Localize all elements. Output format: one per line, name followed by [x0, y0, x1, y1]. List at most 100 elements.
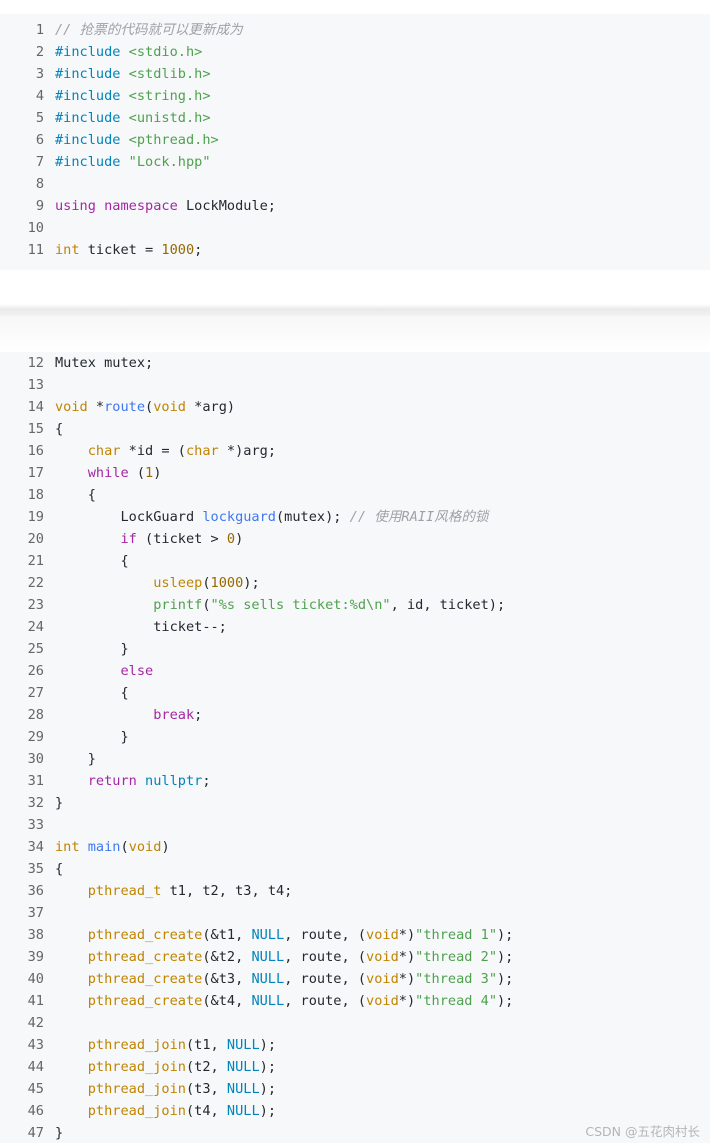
code-line: 37 [0, 902, 55, 924]
code-token: { [55, 861, 64, 877]
line-number: 43 [27, 1037, 44, 1053]
code-line: 5 #include <unistd.h> [0, 107, 211, 129]
code-token: int [55, 839, 80, 855]
code-token: nullptr [145, 773, 203, 789]
page-break-gap [0, 270, 710, 352]
line-number: 33 [27, 817, 44, 833]
code-token: t1, t2, t3, t4; [161, 883, 293, 899]
code-line: 21 { [0, 550, 129, 572]
line-number: 39 [27, 949, 44, 965]
code-token: ) [235, 531, 244, 547]
code-token: *) [398, 949, 416, 965]
code-token: ; [194, 242, 203, 258]
code-token: NULL [226, 1103, 260, 1119]
code-line: 8 [0, 173, 55, 195]
code-token: , route, ( [284, 993, 367, 1009]
code-token: , id, ticket); [390, 597, 506, 613]
code-line: 28 break; [0, 704, 203, 726]
code-token: 1000 [210, 575, 244, 591]
code-token: void [366, 993, 399, 1009]
code-token: pthread_create [87, 949, 203, 965]
code-token: ticket = [79, 242, 162, 258]
code-token: { [55, 553, 129, 569]
code-token: NULL [251, 993, 285, 1009]
code-token: while [87, 465, 129, 481]
code-token: } [55, 729, 129, 745]
code-token: ( [120, 839, 129, 855]
code-line: 22 usleep(1000); [0, 572, 260, 594]
code-token: pthread_create [87, 971, 203, 987]
line-number: 31 [27, 773, 44, 789]
code-line: 38 pthread_create(&t1, NULL, route, (voi… [0, 924, 514, 946]
code-token: #include [55, 154, 129, 170]
code-line: 35 { [0, 858, 64, 880]
code-token: <pthread.h> [128, 132, 219, 148]
code-line: 15 { [0, 418, 64, 440]
line-number: 9 [35, 198, 44, 214]
line-number: 3 [35, 66, 44, 82]
line-number: 37 [27, 905, 44, 921]
code-token: #include [55, 88, 129, 104]
code-line: 30 } [0, 748, 96, 770]
code-line: 13 [0, 374, 55, 396]
code-line: 6 #include <pthread.h> [0, 129, 219, 151]
code-line: 46 pthread_join(t4, NULL); [0, 1100, 276, 1122]
line-number: 36 [27, 883, 44, 899]
line-number: 44 [27, 1059, 44, 1075]
code-token: pthread_join [87, 1037, 186, 1053]
code-token: pthread_create [87, 993, 203, 1009]
line-number: 18 [27, 487, 44, 503]
code-line: 25 } [0, 638, 129, 660]
code-token: "thread 3" [415, 971, 497, 987]
code-line: 14 void *route(void *arg) [0, 396, 235, 418]
code-token: , route, ( [284, 927, 367, 943]
code-token: *arg) [185, 399, 236, 415]
code-line: 33 [0, 814, 55, 836]
line-number: 4 [35, 88, 44, 104]
code-token: void [128, 839, 162, 855]
code-token: "Lock.hpp" [128, 154, 211, 170]
code-token: (&t4, [202, 993, 252, 1009]
csdn-watermark: CSDN @五花肉村长 [585, 1124, 700, 1139]
code-token: NULL [226, 1037, 260, 1053]
code-line: 23 printf("%s sells ticket:%d\n", id, ti… [0, 594, 506, 616]
line-number: 11 [27, 242, 44, 258]
code-token: NULL [251, 971, 285, 987]
code-token: pthread_t [87, 883, 162, 899]
code-token: void [153, 399, 186, 415]
code-token: ); [497, 927, 514, 943]
line-number: 10 [27, 220, 44, 236]
line-number: 30 [27, 751, 44, 767]
code-token: void [366, 949, 399, 965]
code-token: (t4, [185, 1103, 227, 1119]
line-number: 47 [27, 1125, 44, 1141]
code-token: ); [243, 575, 260, 591]
code-token: #include [55, 110, 129, 126]
line-number: 1 [35, 22, 44, 38]
code-token: char [185, 443, 219, 459]
code-token: ticket--; [55, 619, 227, 635]
line-number: 21 [27, 553, 44, 569]
code-line: 20 if (ticket > 0) [0, 528, 244, 550]
code-token: (ticket > [136, 531, 227, 547]
code-line: 17 while (1) [0, 462, 162, 484]
code-token: NULL [251, 949, 285, 965]
code-line: 27 { [0, 682, 129, 704]
line-number: 12 [27, 355, 44, 371]
code-line: 2 #include <stdio.h> [0, 41, 203, 63]
code-token: { [55, 421, 64, 437]
code-line: 45 pthread_join(t3, NULL); [0, 1078, 276, 1100]
code-token: LockModule; [177, 198, 276, 214]
code-token: "thread 1" [415, 927, 497, 943]
code-token: usleep [153, 575, 203, 591]
code-line: 12 Mutex mutex; [0, 352, 154, 374]
